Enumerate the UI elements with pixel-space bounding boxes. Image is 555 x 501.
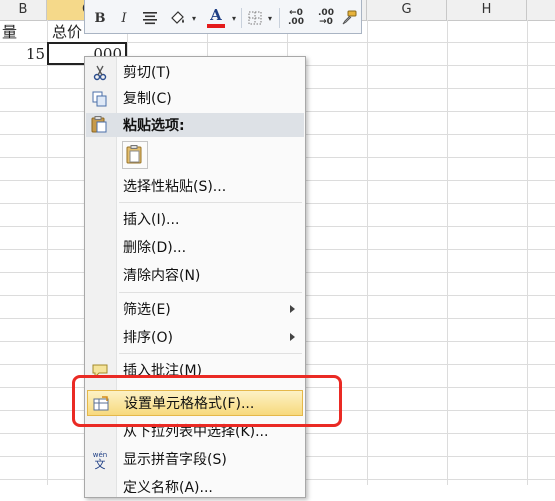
font-color-bar [207, 24, 225, 28]
menu-item-insert[interactable]: 插入(I)... [85, 207, 305, 233]
paste-options-header: 粘贴选项: [86, 113, 304, 137]
menu-separator [119, 353, 302, 354]
menu-item-filter[interactable]: 筛选(E) [85, 297, 305, 323]
menu-item-paste-special[interactable]: 选择性粘贴(S)... [85, 174, 305, 200]
cell-a1-text[interactable]: 量 [2, 21, 17, 42]
menu-item-define-name[interactable]: 定义名称(A)... [85, 475, 305, 501]
scissors-icon [91, 64, 109, 82]
fill-color-dropdown[interactable]: ▾ [189, 7, 199, 29]
clipboard-icon [91, 116, 107, 137]
menu-item-delete[interactable]: 删除(D)... [85, 235, 305, 261]
paste-button[interactable] [122, 141, 148, 169]
menu-item-filter-label: 筛选(E) [123, 302, 171, 318]
phonetic-icon: wén 文 [92, 450, 108, 471]
submenu-arrow-icon [290, 333, 295, 341]
menu-item-define-name-label: 定义名称(A)... [123, 480, 213, 496]
italic-button[interactable]: I [115, 7, 133, 29]
menu-item-clear-contents[interactable]: 清除内容(N) [85, 263, 305, 289]
decrease-decimal-arrow: →0 [319, 17, 333, 27]
menu-item-cut[interactable]: 剪切(T) [85, 60, 305, 86]
column-header-b[interactable]: B [0, 0, 47, 20]
copy-icon [91, 90, 109, 108]
highlight-annotation-box [72, 375, 342, 427]
borders-dropdown[interactable]: ▾ [265, 7, 275, 29]
menu-item-cut-label: 剪切(T) [123, 65, 171, 81]
menu-item-show-phonetic-label: 显示拼音字段(S) [123, 452, 227, 468]
align-center-icon[interactable] [139, 7, 161, 29]
font-color-dropdown[interactable]: ▾ [229, 7, 239, 29]
increase-decimal-button[interactable]: ←0 .00 [283, 7, 309, 29]
font-color-letter: A [210, 6, 222, 24]
paste-options-label: 粘贴选项: [123, 118, 185, 134]
menu-separator [119, 292, 302, 293]
bold-button[interactable]: B [91, 7, 109, 29]
fill-color-icon[interactable] [167, 7, 189, 29]
font-color-button[interactable]: A [205, 7, 227, 29]
menu-item-paste-special-label: 选择性粘贴(S)... [123, 179, 227, 195]
menu-separator [119, 202, 302, 203]
menu-item-delete-label: 删除(D)... [123, 240, 187, 256]
menu-item-copy[interactable]: 复制(C) [85, 86, 305, 112]
mini-toolbar: B I ▾ A ▾ ▾ ←0 .00 .00 →0 [84, 0, 362, 34]
increase-decimal-label: .00 [288, 17, 304, 27]
menu-item-clear-contents-label: 清除内容(N) [123, 268, 201, 284]
context-menu: 剪切(T) 复制(C) 粘贴选项: 选择性粘贴(S)... 插入(I)... 删… [84, 56, 306, 498]
menu-item-sort[interactable]: 排序(O) [85, 325, 305, 351]
menu-item-sort-label: 排序(O) [123, 330, 173, 346]
menu-item-copy-label: 复制(C) [123, 91, 172, 107]
cell-a2-text[interactable]: 15 [26, 45, 45, 63]
submenu-arrow-icon [290, 305, 295, 313]
borders-icon[interactable] [245, 7, 265, 29]
column-header-i[interactable] [527, 0, 555, 20]
cell-b1-text[interactable]: 总价 [52, 21, 82, 42]
column-header-g[interactable]: G [367, 0, 447, 20]
column-header-h[interactable]: H [447, 0, 527, 20]
decrease-decimal-button[interactable]: .00 →0 [313, 7, 339, 29]
menu-item-insert-label: 插入(I)... [123, 212, 180, 228]
menu-item-show-phonetic[interactable]: wén 文 显示拼音字段(S) [85, 447, 305, 473]
format-painter-icon[interactable] [339, 7, 359, 29]
paste-icon [126, 145, 142, 164]
